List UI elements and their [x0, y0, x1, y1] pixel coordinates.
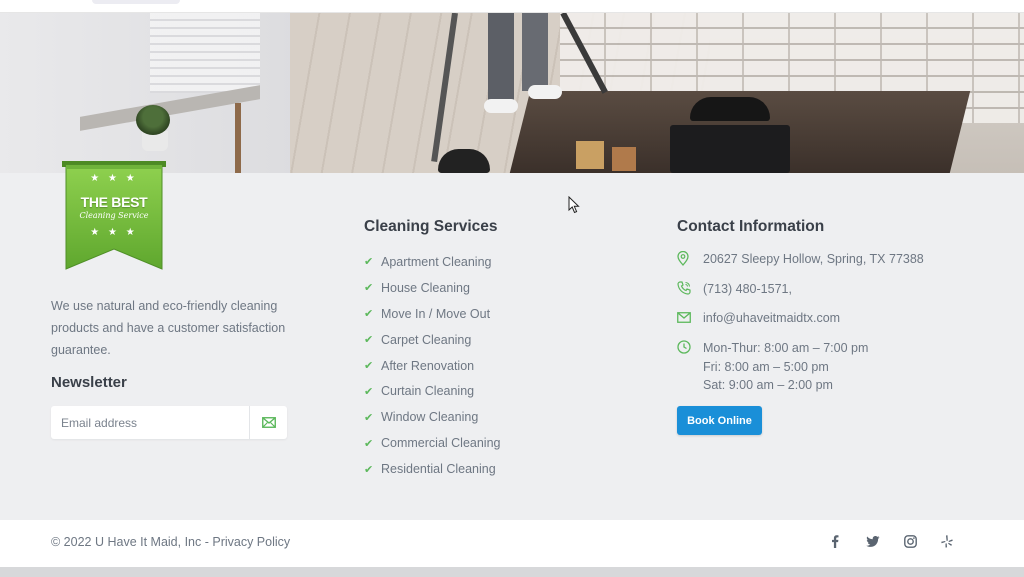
badge-title: THE BEST: [80, 194, 148, 210]
hours-weekday: Mon-Thur: 8:00 am – 7:00 pm: [703, 341, 869, 355]
service-link-window[interactable]: Window Cleaning: [381, 410, 478, 424]
envelope-icon: [677, 311, 691, 323]
yelp-icon[interactable]: [938, 532, 956, 550]
contact-title: Contact Information: [677, 218, 825, 235]
hero-photo: [0, 13, 1024, 173]
check-icon: ✔: [364, 334, 374, 347]
newsletter-title: Newsletter: [51, 374, 127, 391]
book-online-button[interactable]: Book Online: [677, 406, 762, 435]
service-link-commercial[interactable]: Commercial Cleaning: [381, 436, 501, 450]
list-item: ✔ Window Cleaning: [364, 404, 501, 430]
envelope-icon: [261, 417, 276, 428]
phone-icon: [677, 281, 691, 295]
phone-link[interactable]: (713) 480-1571,: [703, 280, 792, 299]
copyright-text: © 2022 U Have It Maid, Inc -: [51, 535, 213, 549]
check-icon: ✔: [364, 360, 374, 372]
contact-email: info@uhaveitmaidtx.com: [677, 309, 840, 328]
badge-subtitle: Cleaning Service: [79, 211, 149, 220]
best-cleaning-badge: ★ ★ ★ THE BEST Cleaning Service ★ ★ ★: [62, 161, 166, 271]
service-link-curtain[interactable]: Curtain Cleaning: [381, 384, 474, 398]
check-icon: ✔: [364, 256, 374, 269]
check-icon: ✔: [364, 385, 374, 398]
service-link-residential[interactable]: Residential Cleaning: [381, 462, 496, 476]
list-item: ✔ Curtain Cleaning: [364, 378, 501, 404]
badge-stars-bottom: ★ ★ ★: [90, 227, 138, 238]
badge-stars-top: ★ ★ ★: [90, 173, 138, 184]
page-bottom-edge: [0, 567, 1024, 577]
list-item: ✔ After Renovation: [364, 353, 501, 379]
services-title: Cleaning Services: [364, 218, 498, 235]
contact-phone: (713) 480-1571,: [677, 280, 792, 299]
hours-saturday: Sat: 9:00 am – 2:00 pm: [703, 378, 833, 392]
check-icon: ✔: [364, 282, 374, 295]
newsletter-form: [51, 406, 287, 439]
list-item: ✔ Residential Cleaning: [364, 456, 501, 482]
mouse-cursor-icon: [568, 196, 580, 214]
email-input[interactable]: [51, 406, 249, 439]
service-link-house[interactable]: House Cleaning: [381, 281, 470, 295]
list-item: ✔ House Cleaning: [364, 275, 501, 301]
list-item: ✔ Carpet Cleaning: [364, 327, 501, 353]
map-pin-icon: [677, 250, 689, 266]
hours-text: Mon-Thur: 8:00 am – 7:00 pm Fri: 8:00 am…: [703, 339, 868, 395]
contact-hours: Mon-Thur: 8:00 am – 7:00 pm Fri: 8:00 am…: [677, 339, 868, 395]
services-list: ✔ Apartment Cleaning ✔ House Cleaning ✔ Mov…: [364, 249, 501, 482]
list-item: ✔ Commercial Cleaning: [364, 430, 501, 456]
service-link-apartment[interactable]: Apartment Cleaning: [381, 255, 491, 269]
top-header-strip: [0, 0, 1024, 13]
privacy-policy-link[interactable]: Privacy Policy: [212, 535, 290, 549]
hours-friday: Fri: 8:00 am – 5:00 pm: [703, 359, 829, 374]
contact-address: 20627 Sleepy Hollow, Spring, TX 77388: [677, 250, 924, 269]
list-item: ✔ Apartment Cleaning: [364, 249, 501, 275]
check-icon: ✔: [364, 411, 374, 424]
service-link-renovation[interactable]: After Renovation: [381, 359, 474, 373]
check-icon: ✔: [364, 308, 374, 321]
email-link[interactable]: info@uhaveitmaidtx.com: [703, 309, 840, 328]
service-link-move[interactable]: Move In / Move Out: [381, 307, 490, 321]
copyright: © 2022 U Have It Maid, Inc - Privacy Pol…: [51, 535, 290, 549]
address-text: 20627 Sleepy Hollow, Spring, TX 77388: [703, 252, 924, 266]
clock-icon: [677, 340, 691, 354]
service-link-carpet[interactable]: Carpet Cleaning: [381, 333, 471, 347]
list-item: ✔ Move In / Move Out: [364, 301, 501, 327]
facebook-icon[interactable]: [826, 532, 844, 550]
newsletter-submit-button[interactable]: [249, 406, 287, 439]
check-icon: ✔: [364, 463, 374, 476]
check-icon: ✔: [364, 437, 374, 450]
instagram-icon[interactable]: [901, 532, 919, 550]
twitter-icon[interactable]: [864, 532, 882, 550]
about-text: We use natural and eco-friendly cleaning…: [51, 299, 286, 357]
